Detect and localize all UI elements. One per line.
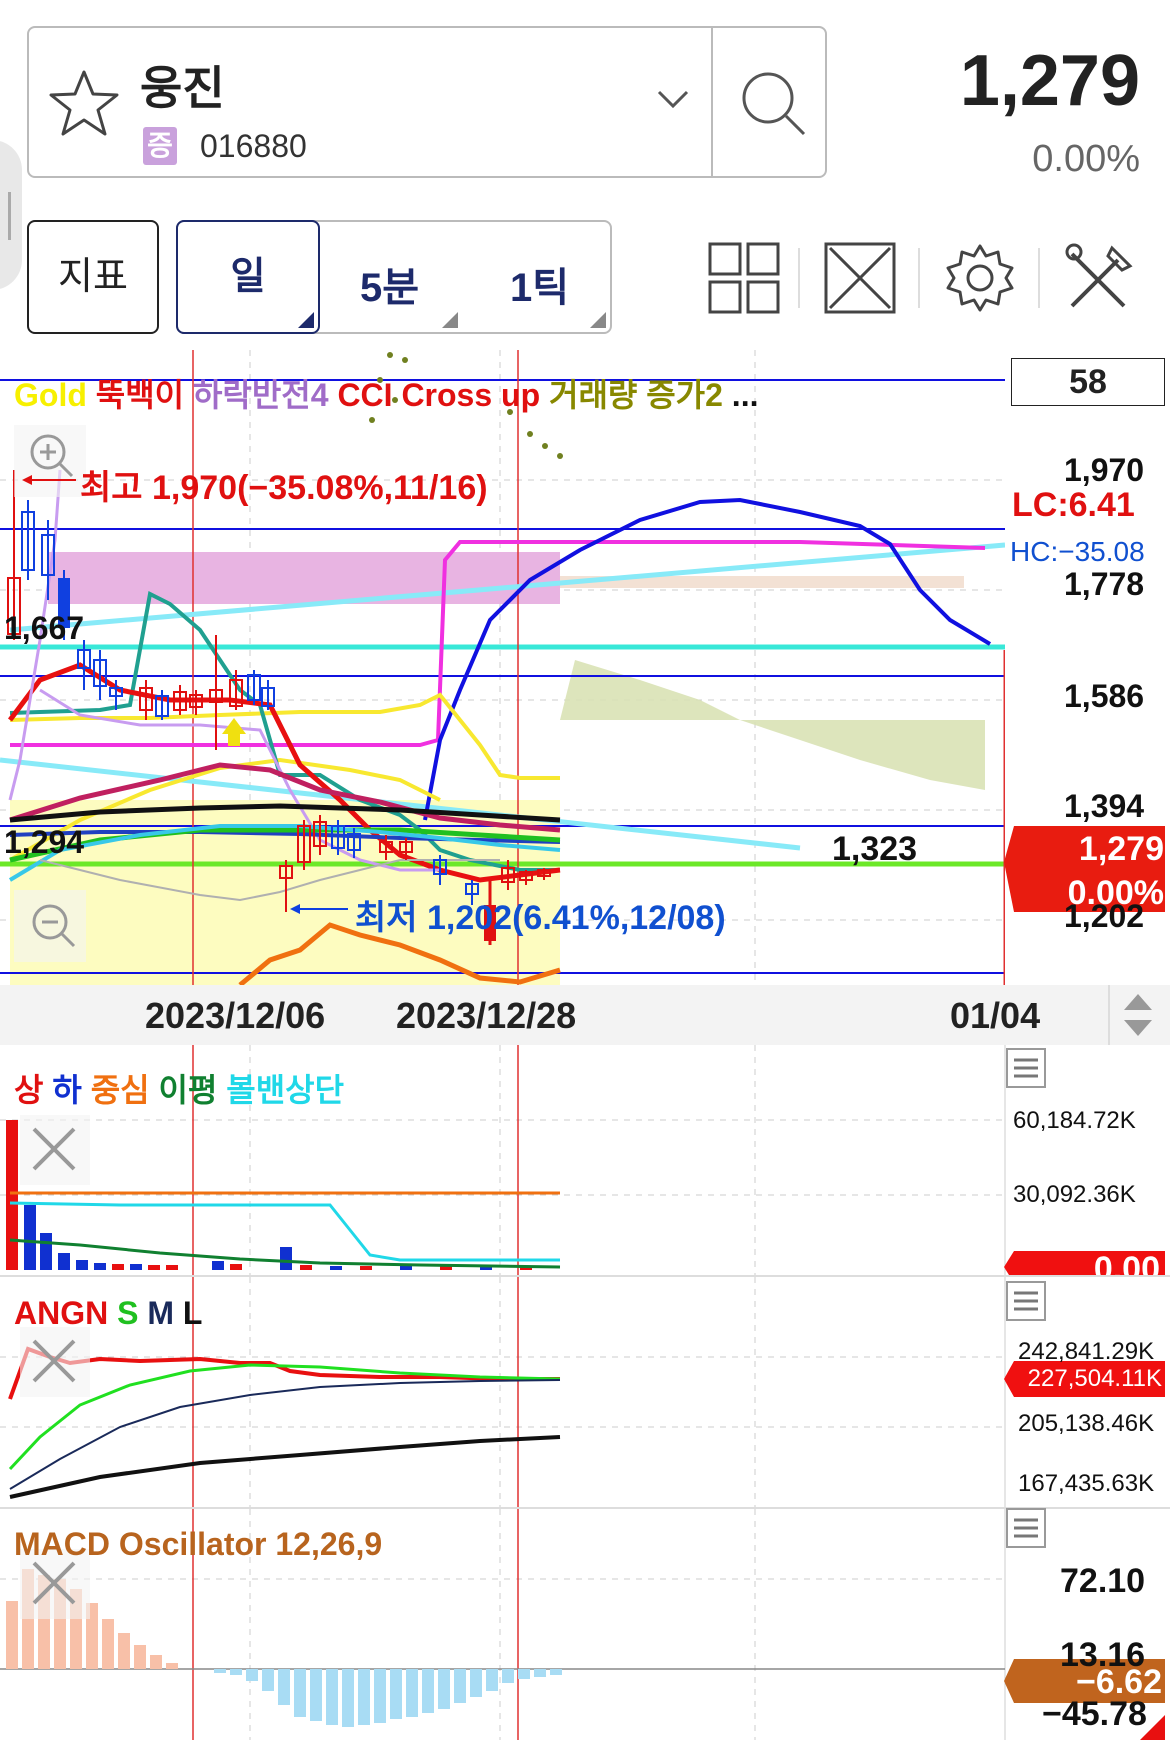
legend-ttukbaegi: 뚝백이 (95, 377, 185, 413)
volume-menu-icon[interactable] (1006, 1048, 1046, 1088)
angn-mid-line (9, 1379, 561, 1490)
date-label: 01/04 (950, 995, 1041, 1036)
macd-y-tick: 72.10 (1060, 1562, 1146, 1600)
macd-legend: MACD Oscillator 12,26,9 (14, 1526, 382, 1563)
legend-angn: ANGN (14, 1295, 109, 1331)
settings-icon[interactable] (942, 240, 1018, 316)
count-box: 58 (1011, 358, 1165, 406)
angn-y-tick: 167,435.63K (1018, 1470, 1155, 1497)
legend-m: M (147, 1295, 174, 1331)
stock-code: 016880 (200, 128, 307, 164)
chevron-down-icon[interactable] (655, 88, 691, 112)
angn-y-tick: 205,138.46K (1018, 1410, 1155, 1437)
angn-legend: ANGN S M L (14, 1295, 202, 1332)
angn-y-tick: 242,841.29K (1018, 1338, 1155, 1365)
close-icon[interactable] (20, 1115, 90, 1185)
volume-legend: 상 하 중심 이평 볼밴상단 (14, 1065, 344, 1111)
left-price-label-bottom: 1,294 (4, 824, 85, 860)
market-badge: 증 (143, 127, 177, 165)
volume-y-tick: 30,092.36K (1013, 1181, 1136, 1208)
date-label: 2023/12/28 (396, 995, 577, 1036)
tick-menu-corner (590, 312, 606, 328)
y-tick: 1,394 (1064, 788, 1145, 824)
day-menu-corner (298, 312, 314, 328)
y-tick: 1,586 (1064, 678, 1145, 714)
side-drawer-handle[interactable] (0, 140, 22, 290)
zoom-out-icon[interactable] (14, 890, 86, 962)
drawer-handle-grip (8, 192, 11, 240)
period-1tick-button[interactable]: 1틱 (510, 255, 569, 313)
legend-ma: 이평 (158, 1072, 218, 1108)
legend-gold: Gold (14, 377, 87, 413)
volume-y-tick: 60,184.72K (1013, 1107, 1136, 1134)
legend-center: 중심 (90, 1072, 150, 1108)
macd-current-value: −6.62 (1075, 1663, 1162, 1701)
min5-menu-corner (442, 312, 458, 328)
legend-cci: CCI Cross up (337, 377, 541, 413)
main-legend[interactable]: Gold 뚝백이 하락반전4 CCI Cross up 거래량 증가2 ... (14, 370, 758, 416)
toolbar-separator (798, 248, 800, 308)
lc-label: LC:6.41 (1012, 486, 1135, 524)
date-axis-separator (1108, 985, 1110, 1045)
tools-icon[interactable] (1062, 240, 1138, 316)
mid-price-label: 1,323 (832, 830, 918, 868)
search-divider (711, 28, 713, 176)
angn-long-line (9, 1435, 561, 1499)
fullscreen-icon[interactable] (822, 240, 898, 316)
period-5min-button[interactable]: 5분 (360, 255, 419, 313)
legend-reversal: 하락반전4 (192, 377, 329, 413)
macd-negative-bars (214, 1669, 562, 1727)
legend-upper: 상 (14, 1072, 44, 1108)
favorite-star-icon[interactable] (48, 68, 120, 138)
legend-s: S (117, 1295, 139, 1331)
legend-lower: 하 (52, 1072, 82, 1108)
low-annotation: 최저 1,202(6.41%,12/08) (355, 899, 726, 937)
y-tick: 1,778 (1064, 566, 1145, 602)
macd-menu-icon[interactable] (1006, 1508, 1046, 1548)
scroll-updown-icon[interactable] (1122, 992, 1154, 1038)
price-change: 0.00% (1032, 138, 1140, 180)
search-icon[interactable] (738, 68, 810, 140)
zoom-in-icon[interactable] (14, 425, 86, 497)
resistance-box (48, 552, 560, 604)
price-box-value: 1,279 (1078, 830, 1164, 868)
current-price: 1,279 (959, 41, 1140, 121)
close-icon[interactable] (20, 1327, 90, 1397)
angn-menu-icon[interactable] (1006, 1281, 1046, 1321)
legend-volume-up: 거래량 증가2 (549, 377, 723, 413)
legend-more[interactable]: ... (732, 377, 759, 413)
toolbar-separator (1038, 248, 1040, 308)
layout-grid-icon[interactable] (706, 240, 782, 316)
hc-label: HC:−35.08 (1010, 536, 1145, 567)
angn-current-value: 227,504.11K (1027, 1365, 1162, 1392)
high-annotation: 최고 1,970(−35.08%,11/16) (80, 469, 488, 507)
indicator-button[interactable]: 지표 (27, 220, 159, 334)
legend-macd: MACD Oscillator 12,26,9 (14, 1526, 383, 1562)
y-tick: 1,970 (1064, 452, 1145, 488)
legend-l: L (182, 1295, 203, 1331)
legend-bollinger: 볼밴상단 (226, 1072, 345, 1108)
date-label: 2023/12/06 (145, 995, 326, 1036)
price-box-change: 0.00% (1067, 874, 1164, 912)
left-price-label-top: 1,667 (4, 610, 85, 646)
stock-name[interactable]: 웅진 (140, 52, 225, 118)
toolbar-separator (918, 248, 920, 308)
